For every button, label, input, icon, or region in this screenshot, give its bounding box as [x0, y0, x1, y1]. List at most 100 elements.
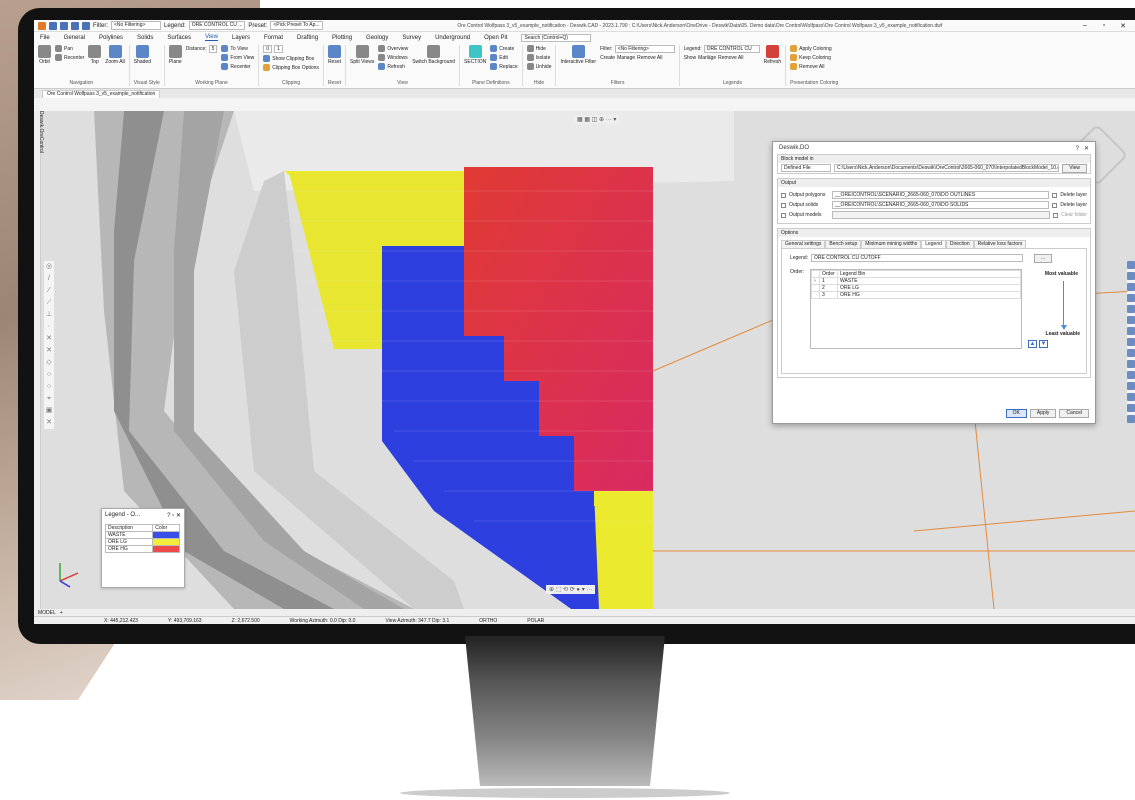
- output-polygons-input[interactable]: __OREICONTROL\SCENARIO_2665-060_070\DO O…: [832, 191, 1050, 199]
- distance-input[interactable]: 5: [208, 45, 218, 53]
- menu-solids[interactable]: Solids: [137, 35, 153, 41]
- add-tab-icon[interactable]: +: [60, 610, 63, 616]
- recenter-button[interactable]: Recenter: [55, 54, 84, 61]
- select-tool-icon[interactable]: ◎: [45, 263, 53, 271]
- legends-manage-button[interactable]: Manage: [698, 55, 716, 61]
- polyline-tool-icon[interactable]: ⁄: [45, 287, 53, 295]
- output-models-checkbox[interactable]: [781, 212, 786, 218]
- legend-select[interactable]: ORE CONTROL CU ...: [188, 21, 246, 30]
- menu-general[interactable]: General: [64, 35, 85, 41]
- ortho-toggle[interactable]: ORTHO: [479, 618, 497, 624]
- preset-select[interactable]: <Pick Preset To Ap...: [270, 21, 323, 30]
- layer-tool-5-icon[interactable]: [1127, 305, 1135, 313]
- clipping-box-options-button[interactable]: Clipping Box Options: [263, 64, 319, 71]
- point-tool-icon[interactable]: ·: [45, 323, 53, 331]
- section-button[interactable]: SECTION: [464, 45, 486, 65]
- menu-file[interactable]: File: [40, 35, 50, 41]
- keep-coloring-button[interactable]: Keep Coloring: [790, 54, 832, 61]
- tab-minimum-mining-widths[interactable]: Minimum mining widths: [861, 240, 922, 248]
- circle-tool-icon[interactable]: ○: [45, 371, 53, 379]
- viewport-top-toolbar[interactable]: ▦ ▦ ◫ ⊕ ··· ▾: [574, 115, 620, 124]
- output-solids-input[interactable]: __OREICONTROL\SCENARIO_2665-060_070\DO S…: [832, 201, 1050, 209]
- unhide-button[interactable]: Unhide: [526, 63, 551, 70]
- circle-tool-2-icon[interactable]: ○: [45, 383, 53, 391]
- polar-toggle[interactable]: POLAR: [527, 618, 544, 624]
- tab-direction[interactable]: Direction: [945, 240, 974, 248]
- move-up-icon[interactable]: ▲: [1028, 340, 1037, 348]
- new-icon[interactable]: [49, 21, 57, 30]
- block-model-path-input[interactable]: C:\Users\Nick.Anderson\Documents\Deswik\…: [834, 164, 1060, 172]
- show-clipping-box-button[interactable]: Show Clipping Box: [263, 55, 319, 62]
- tab-general-settings[interactable]: General settings: [781, 240, 826, 248]
- filters-filter-select[interactable]: <No Filtering>: [614, 45, 675, 53]
- lock-tool-icon[interactable]: ▣: [45, 407, 53, 415]
- delete-layer-polygons-checkbox[interactable]: [1052, 192, 1058, 198]
- document-tab[interactable]: Ore Control Wolfpass 3_v5_example_notifi…: [42, 90, 161, 98]
- remove-coloring-button[interactable]: Remove All: [790, 63, 832, 70]
- top-button[interactable]: Top: [88, 45, 102, 65]
- tab-relative-loss-factors[interactable]: Relative loss factors: [973, 240, 1027, 248]
- order-row[interactable]: › 1 WASTE: [811, 277, 1021, 285]
- legends-refresh-button[interactable]: Refresh: [764, 45, 781, 65]
- isolate-button[interactable]: Isolate: [526, 54, 552, 61]
- perpendicular-tool-icon[interactable]: ⊥: [45, 311, 53, 319]
- ok-button[interactable]: OK: [1005, 409, 1027, 418]
- filters-manage-button[interactable]: Manage: [617, 55, 635, 61]
- menu-view[interactable]: View: [205, 34, 218, 41]
- clear-folder-checkbox[interactable]: [1053, 212, 1059, 218]
- close-icon[interactable]: ✕: [1115, 22, 1131, 30]
- layer-tool-icon[interactable]: [1127, 261, 1135, 269]
- side-panel-label[interactable]: Deswik.OreControl: [38, 111, 44, 153]
- open-icon[interactable]: [60, 21, 68, 30]
- clip-start-input[interactable]: 0: [263, 45, 273, 53]
- legends-show-button[interactable]: Show: [684, 55, 697, 61]
- view-button[interactable]: View: [1062, 163, 1087, 173]
- apply-button[interactable]: Apply: [1029, 409, 1057, 418]
- menu-open-pit[interactable]: Open Pit: [484, 35, 507, 41]
- menu-layers[interactable]: Layers: [232, 35, 250, 41]
- layer-tool-9-icon[interactable]: [1127, 349, 1135, 357]
- delete-layer-solids-checkbox[interactable]: [1052, 202, 1058, 208]
- output-polygons-checkbox[interactable]: [781, 192, 786, 198]
- close-tool-icon[interactable]: ✕: [45, 419, 53, 427]
- maximize-icon[interactable]: ▫: [1096, 22, 1112, 29]
- overview-button[interactable]: Overview: [378, 45, 408, 52]
- reset-button[interactable]: Reset: [328, 45, 341, 65]
- menu-geology[interactable]: Geology: [366, 35, 388, 41]
- save-icon[interactable]: [71, 21, 79, 30]
- shaded-button[interactable]: Shaded: [134, 45, 151, 65]
- layer-tool-8-icon[interactable]: [1127, 338, 1135, 346]
- cross-tool-2-icon[interactable]: ✕: [45, 347, 53, 355]
- dialog-controls[interactable]: ? ✕: [1076, 145, 1089, 152]
- legends-legend-select[interactable]: ORE CONTROL CU ...: [703, 45, 760, 58]
- menu-drafting[interactable]: Drafting: [297, 35, 318, 41]
- edit-plane-button[interactable]: Edit: [490, 54, 517, 61]
- from-view-button[interactable]: From View: [221, 54, 254, 61]
- filter-select[interactable]: <No Filtering>: [111, 21, 161, 30]
- clip-end-input[interactable]: 1: [274, 45, 283, 53]
- cross-tool-icon[interactable]: ✕: [45, 335, 53, 343]
- diamond-tool-icon[interactable]: ◇: [45, 359, 53, 367]
- menu-underground[interactable]: Underground: [435, 35, 470, 41]
- print-icon[interactable]: [82, 21, 90, 30]
- menu-polylines[interactable]: Polylines: [99, 35, 123, 41]
- menu-survey[interactable]: Survey: [402, 35, 421, 41]
- search-input[interactable]: Search (Control+Q): [521, 33, 592, 42]
- layer-tool-13-icon[interactable]: [1127, 393, 1135, 401]
- hide-button[interactable]: Hide: [526, 45, 552, 52]
- legend-browse-button[interactable]: ...: [1034, 253, 1053, 263]
- menu-format[interactable]: Format: [264, 35, 283, 41]
- move-down-icon[interactable]: ▼: [1039, 340, 1048, 348]
- layer-tool-11-icon[interactable]: [1127, 371, 1135, 379]
- block-model-type-select[interactable]: Defined File: [781, 164, 831, 172]
- wp-recenter-button[interactable]: Recenter: [221, 63, 254, 70]
- layer-tool-4-icon[interactable]: [1127, 294, 1135, 302]
- snap-tool-icon[interactable]: ⌖: [45, 395, 53, 403]
- layer-tool-15-icon[interactable]: [1127, 415, 1135, 423]
- output-solids-checkbox[interactable]: [781, 202, 786, 208]
- order-row[interactable]: 3 ORE HG: [811, 291, 1021, 299]
- orbit-button[interactable]: Orbit: [38, 45, 51, 65]
- dialog-legend-select[interactable]: ORE CONTROL CU CUTOFF: [811, 254, 1023, 262]
- tab-legend[interactable]: Legend: [921, 240, 946, 248]
- layer-tool-7-icon[interactable]: [1127, 327, 1135, 335]
